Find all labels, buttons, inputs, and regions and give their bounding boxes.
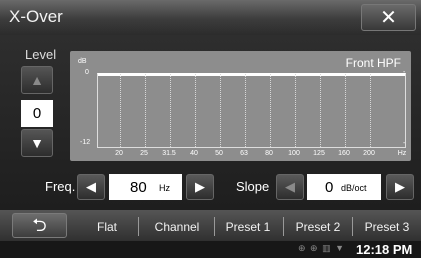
- tab-preset-1[interactable]: Preset 1: [226, 220, 271, 234]
- freq-unit: Hz: [159, 183, 170, 193]
- freq-value: 80: [130, 179, 147, 196]
- tab-preset-2[interactable]: Preset 2: [296, 220, 341, 234]
- y-top-label: 0: [85, 69, 89, 76]
- back-arrow-icon: ⮌: [32, 215, 47, 235]
- y-unit-label: dB: [78, 58, 87, 65]
- grid-line: [220, 74, 221, 147]
- triangle-up-icon: ▲: [30, 72, 44, 88]
- level-down-button[interactable]: ▼: [21, 129, 53, 157]
- grid-line: [295, 74, 296, 147]
- arrow-right-icon: ▶: [195, 179, 205, 194]
- x-unit-label: Hz: [397, 150, 407, 157]
- grid-line: [120, 74, 121, 147]
- grid-line: [320, 74, 321, 147]
- tab-separator: [138, 217, 139, 236]
- slope-unit: dB/oct: [341, 183, 367, 193]
- arrow-right-icon: ▶: [395, 179, 405, 194]
- tab-separator: [214, 217, 215, 236]
- status-icons: ⊕ ⊕ ▥ ▼: [298, 243, 345, 253]
- slope-value-box: 0 dB/oct: [307, 174, 381, 200]
- close-icon: ✕: [380, 7, 397, 29]
- freq-decrease-button[interactable]: ◀: [77, 174, 105, 200]
- y-bottom-label: -12: [80, 139, 91, 146]
- tab-separator: [283, 217, 284, 236]
- x-tick-label: 20: [115, 150, 123, 157]
- plot-area: [97, 73, 406, 148]
- window-title: X-Over: [9, 7, 63, 26]
- tab-preset-3[interactable]: Preset 3: [365, 220, 410, 234]
- slope-value: 0: [325, 179, 334, 196]
- grid-line: [195, 74, 196, 147]
- close-button[interactable]: ✕: [361, 4, 416, 31]
- x-tick-label: 50: [215, 150, 223, 157]
- grid-line: [145, 74, 146, 147]
- x-tick-label: 80: [265, 150, 273, 157]
- title-bar: [0, 0, 421, 35]
- x-tick-label: 63: [240, 150, 248, 157]
- grid-line: [245, 74, 246, 147]
- x-tick-label: 25: [140, 150, 148, 157]
- x-tick-label: 31.5: [162, 150, 176, 157]
- x-tick-label: 160: [338, 150, 350, 157]
- arrow-left-icon: ◀: [86, 179, 96, 194]
- tab-flat[interactable]: Flat: [97, 220, 117, 234]
- back-button[interactable]: ⮌: [12, 213, 67, 238]
- freq-value-box: 80 Hz: [109, 174, 182, 200]
- slope-label: Slope: [236, 179, 270, 194]
- tab-separator: [352, 217, 353, 236]
- level-up-button[interactable]: ▲: [21, 66, 53, 94]
- grid-line: [345, 74, 346, 147]
- grid-line: [170, 74, 171, 147]
- level-label: Level: [25, 47, 57, 62]
- grid-line: [270, 74, 271, 147]
- arrow-left-icon: ◀: [285, 179, 295, 194]
- crossover-graph: dB Front HPF 0 -12 - - 20 25 31.5 40 50 …: [70, 51, 411, 161]
- clock: 12:18 PM: [356, 242, 413, 257]
- freq-increase-button[interactable]: ▶: [186, 174, 214, 200]
- freq-label: Freq.: [45, 179, 76, 194]
- x-tick-label: 40: [190, 150, 198, 157]
- level-value: 0: [21, 100, 53, 127]
- tab-channel[interactable]: Channel: [155, 220, 200, 234]
- x-tick-label: 125: [313, 150, 325, 157]
- slope-increase-button[interactable]: ▶: [386, 174, 414, 200]
- graph-title: Front HPF: [345, 56, 401, 70]
- slope-decrease-button[interactable]: ◀: [276, 174, 304, 200]
- x-tick-label: 100: [288, 150, 300, 157]
- grid-line: [370, 74, 371, 147]
- x-tick-label: 200: [363, 150, 375, 157]
- triangle-down-icon: ▼: [30, 135, 44, 151]
